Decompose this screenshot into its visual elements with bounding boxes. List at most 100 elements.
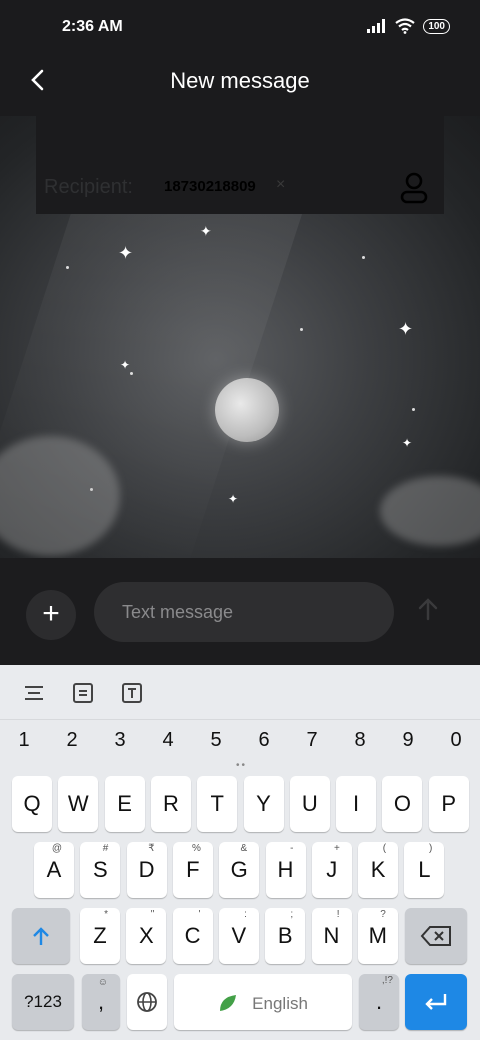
recipient-panel: Recipient: 18730218809 × (36, 116, 444, 214)
number-key[interactable]: 8 (345, 729, 375, 752)
key-label: L (418, 857, 431, 882)
remove-recipient-icon[interactable]: × (276, 176, 285, 194)
enter-icon (425, 994, 447, 1010)
key-label: X (138, 923, 154, 948)
letter-key[interactable]: ) L (404, 842, 445, 898)
enter-key[interactable] (405, 974, 467, 1030)
key-sub-symbol: # (102, 843, 109, 854)
letter-key[interactable]: T (197, 776, 238, 832)
letter-key[interactable]: # S (80, 842, 121, 898)
letter-key[interactable]: E (104, 776, 145, 832)
key-label: J (326, 857, 338, 882)
letter-key[interactable]: ; B (265, 908, 306, 964)
key-label: N (323, 923, 340, 948)
shift-key[interactable] (12, 908, 70, 964)
number-key[interactable]: 4 (153, 729, 183, 752)
recipient-label: Recipient: (44, 176, 133, 198)
star-icon: ✦ (118, 243, 134, 263)
star-icon: ✦ (120, 358, 131, 372)
number-key[interactable]: 0 (441, 729, 471, 752)
cloud (380, 476, 480, 546)
key-label: A (46, 857, 62, 882)
globe-icon (137, 992, 157, 1012)
key-label: K (370, 857, 386, 882)
keyboard-toolbar (0, 665, 480, 720)
send-button[interactable] (412, 596, 444, 628)
backspace-icon (420, 926, 451, 946)
key-label: C (184, 923, 201, 948)
key-sub-symbol: % (191, 843, 201, 854)
letter-key[interactable]: P (428, 776, 469, 832)
letter-key[interactable]: * Z (80, 908, 120, 964)
status-bar: 2:36 AM 100 (0, 0, 480, 56)
letter-key[interactable]: Y (243, 776, 284, 832)
key-sub-symbol: - (290, 843, 294, 854)
text-icon[interactable] (120, 681, 144, 705)
key-label: D (138, 857, 155, 882)
letter-key[interactable]: ! N (311, 908, 352, 964)
letter-key[interactable]: ? M (357, 908, 398, 964)
backspace-key[interactable] (405, 908, 467, 964)
star-dot (130, 372, 133, 375)
period-key[interactable]: ,!? . (359, 974, 399, 1030)
key-sub-symbol: * (104, 909, 108, 920)
clipboard-icon[interactable] (71, 681, 95, 705)
add-attachment-button[interactable]: + (26, 590, 76, 640)
emoji-icon: ☺ (97, 977, 108, 988)
star-dot (66, 266, 69, 269)
number-key[interactable]: 9 (393, 729, 423, 752)
key-label: V (231, 923, 247, 948)
leaf-icon (220, 995, 237, 1012)
space-label: English (252, 994, 308, 1013)
status-time: 2:36 AM (62, 18, 123, 35)
number-key[interactable]: 2 (57, 729, 87, 752)
number-key[interactable]: 7 (297, 729, 327, 752)
letter-key[interactable]: U (289, 776, 330, 832)
key-sub-symbol: @ (51, 843, 62, 854)
message-input[interactable] (94, 582, 394, 642)
key-label: S (92, 857, 108, 882)
letter-key[interactable]: ₹ D (126, 842, 167, 898)
letter-key[interactable]: Q (12, 776, 52, 832)
space-bar[interactable]: English (174, 974, 352, 1030)
number-key[interactable]: 3 (105, 729, 135, 752)
person-icon[interactable] (396, 170, 432, 206)
moon-image (215, 378, 279, 442)
number-key[interactable]: 1 (9, 729, 39, 752)
star-dot (362, 256, 365, 259)
key-label: F (186, 857, 200, 882)
number-key[interactable]: 5 (201, 729, 231, 752)
comma-key[interactable]: ☺ , (82, 974, 120, 1030)
compose-bar: + (0, 558, 480, 665)
key-sub-symbol: ( (382, 843, 387, 854)
letter-key[interactable]: @ A (34, 842, 74, 898)
letter-key[interactable]: + J (311, 842, 352, 898)
letter-key[interactable]: I (336, 776, 377, 832)
key-label: M (368, 923, 387, 948)
letter-key[interactable]: (K (358, 842, 399, 898)
status-icons: 100 (367, 18, 450, 34)
send-arrow-icon (418, 598, 438, 621)
star-dot (300, 328, 303, 331)
language-key[interactable] (127, 974, 167, 1030)
key-sub-symbol: ₹ (148, 843, 155, 854)
letter-key[interactable]: " X (126, 908, 167, 964)
letter-key[interactable]: R (150, 776, 191, 832)
key-sub-symbol: ; (290, 909, 294, 920)
recipient-chip[interactable]: 18730218809 (164, 178, 256, 195)
letter-key[interactable]: :V (218, 908, 259, 964)
number-key[interactable]: 6 (249, 729, 279, 752)
key-label: G (230, 857, 248, 882)
letter-key[interactable]: O (382, 776, 423, 832)
key-sub-symbol: : (244, 909, 247, 920)
letter-key[interactable]: % F (172, 842, 213, 898)
letter-key[interactable]: ' C (172, 908, 213, 964)
key-sub-symbol: + (333, 843, 340, 854)
letter-key[interactable]: -H (265, 842, 306, 898)
key-sub-symbol: ' (198, 909, 201, 920)
letter-key[interactable]: W (58, 776, 99, 832)
symbols-key[interactable]: ?123 (12, 974, 74, 1030)
menu-icon[interactable] (22, 681, 46, 705)
star-icon: ✦ (200, 223, 212, 239)
letter-key[interactable]: & G (219, 842, 260, 898)
